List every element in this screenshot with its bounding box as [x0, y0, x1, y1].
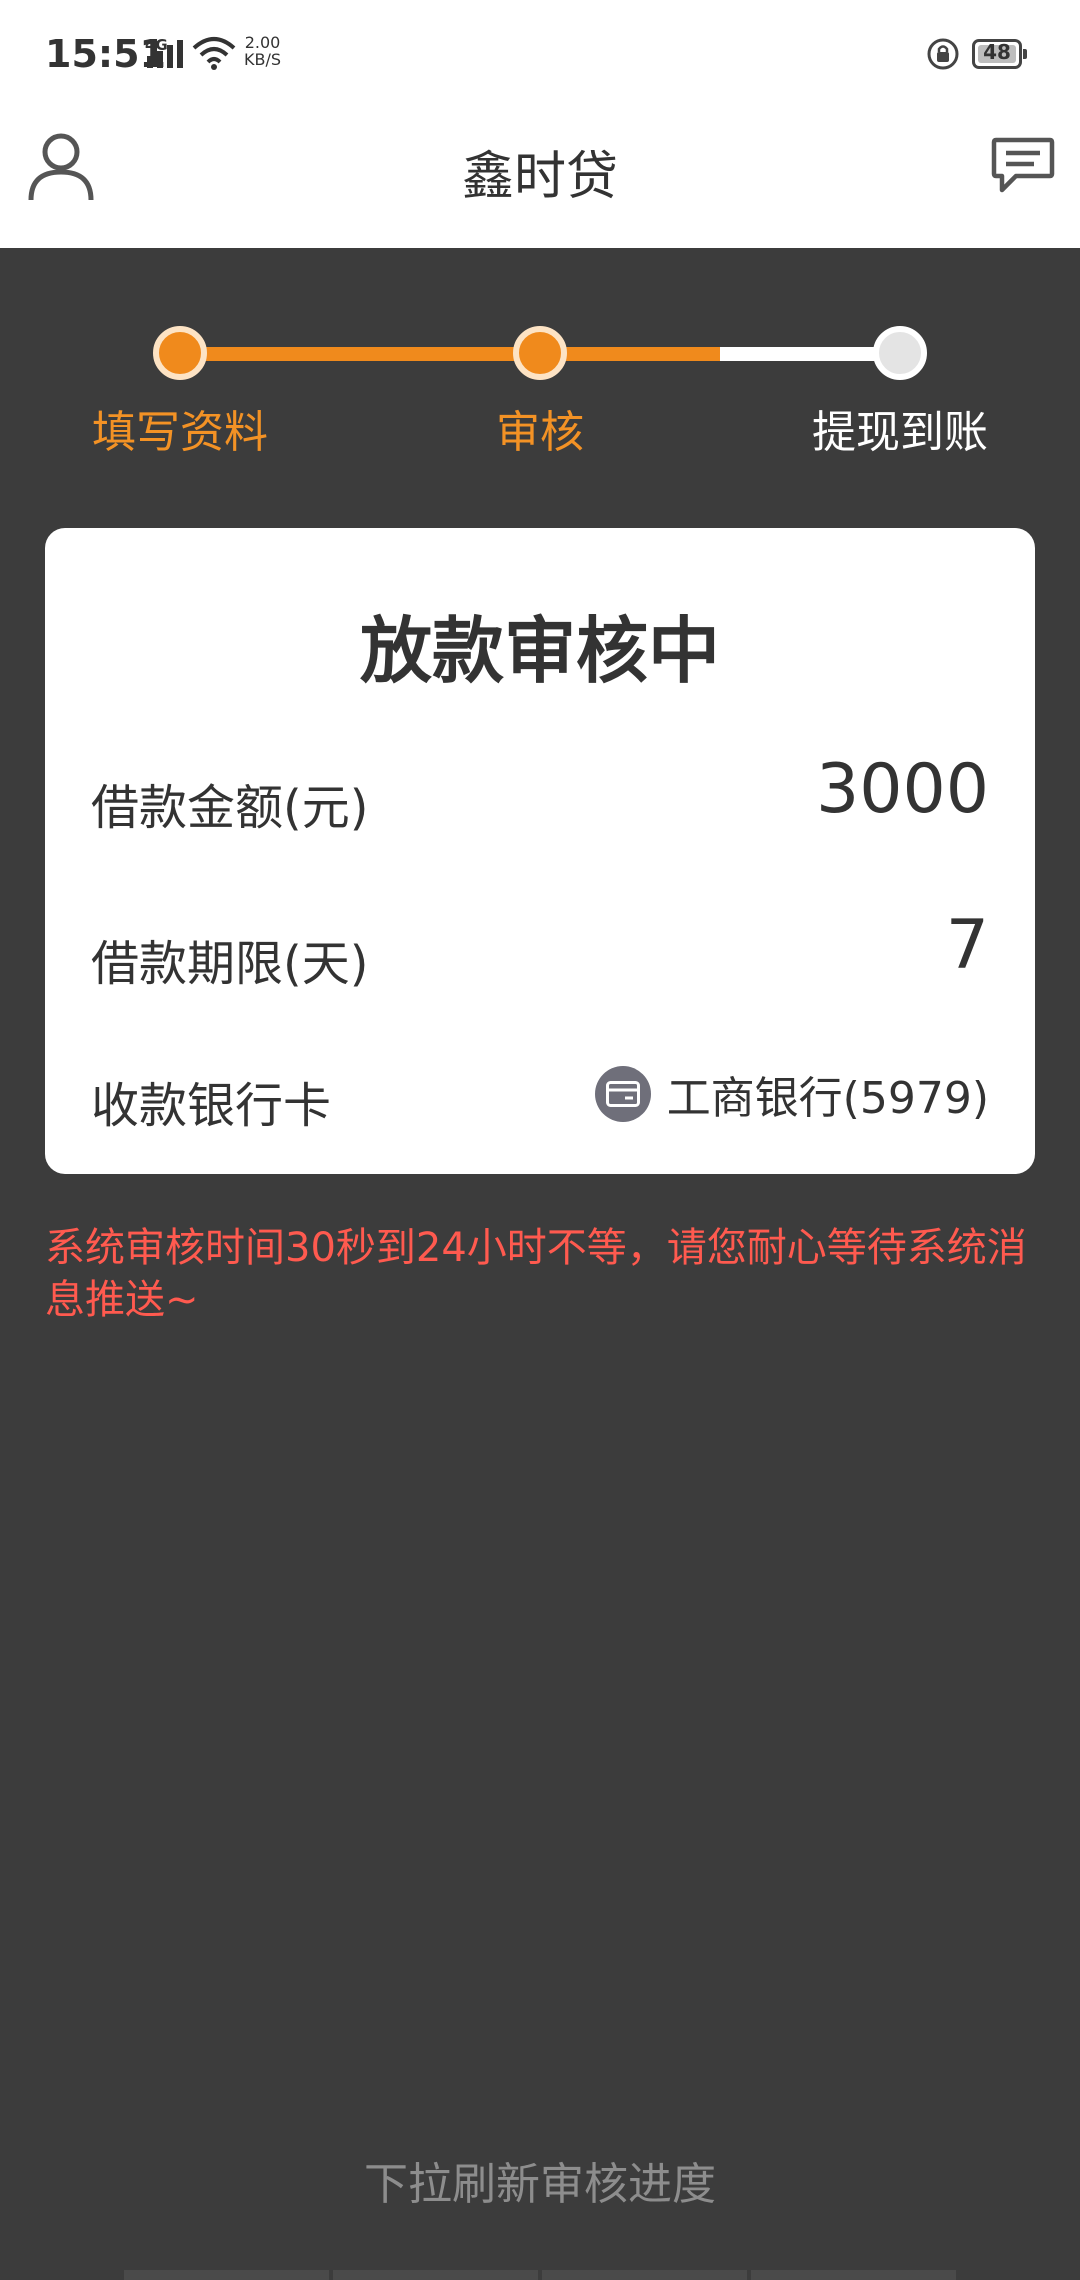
bank-card-info: 工商银行(5979): [594, 1064, 989, 1124]
bottom-tab-strip: [124, 2270, 956, 2280]
message-icon[interactable]: [990, 134, 1056, 196]
speed-unit: KB/S: [244, 50, 282, 69]
tab-segment: [542, 2270, 747, 2280]
amount-label: 借款金额(元): [91, 780, 369, 836]
card-title: 放款审核中: [359, 609, 720, 693]
bank-card-icon: [594, 1066, 651, 1122]
wifi-icon: [192, 37, 236, 70]
signal-icon: [147, 40, 183, 68]
term-label: 借款期限(天): [91, 936, 369, 992]
tab-segment: [124, 2270, 329, 2280]
tab-segment: [333, 2270, 538, 2280]
progress-track-done: [180, 347, 540, 361]
review-notice: 系统审核时间30秒到24小时不等，请您耐心等待系统消息推送~: [45, 1225, 1027, 1323]
network-speed: 2.00 KB/S: [244, 34, 281, 68]
app-header: 鑫时贷: [0, 110, 1080, 248]
pull-refresh-hint: 下拉刷新审核进度: [364, 2159, 716, 2210]
page-title: 鑫时贷: [461, 147, 618, 207]
user-icon[interactable]: [26, 130, 96, 202]
bank-card-name: 工商银行(5979): [666, 1073, 989, 1124]
tab-segment: [751, 2270, 956, 2280]
loan-status-card: 放款审核中 借款金额(元) 3000 借款期限(天) 7 收款银行卡 工商银行(…: [45, 528, 1035, 1174]
progress-steps: 填写资料 审核 提现到账: [0, 300, 1080, 460]
term-value: 7: [945, 906, 989, 985]
step-dot-fill-info: [153, 326, 207, 380]
step-dot-withdraw: [873, 326, 927, 380]
step-label-withdraw: 提现到账: [812, 407, 988, 458]
step-dot-review: [513, 326, 567, 380]
rotation-lock-icon: [927, 38, 959, 70]
amount-value: 3000: [815, 750, 989, 829]
battery-indicator: 48: [972, 39, 1028, 69]
speed-value: 2.00: [244, 33, 281, 52]
step-label-review: 审核: [496, 407, 584, 458]
progress-track-partial: [540, 347, 720, 361]
step-label-fill-info: 填写资料: [92, 407, 268, 458]
bank-card-label: 收款银行卡: [91, 1078, 332, 1134]
battery-level: 48: [983, 40, 1011, 64]
status-bar: 15:51 4G 2.00 KB/S 48: [0, 0, 1080, 110]
